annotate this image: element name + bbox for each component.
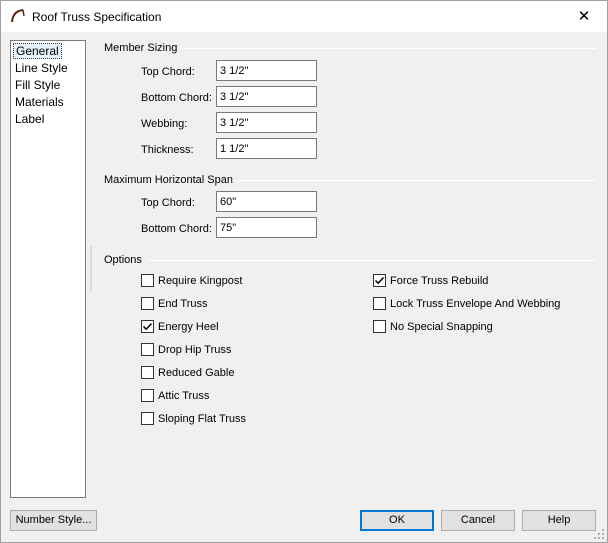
roof-truss-icon	[11, 9, 25, 23]
span-top-chord-label: Top Chord:	[141, 197, 195, 209]
resize-grip-icon[interactable]	[593, 528, 605, 540]
help-button[interactable]: Help	[522, 510, 596, 531]
checkbox-box[interactable]	[141, 274, 154, 287]
sloping-flat-truss-checkbox[interactable]: Sloping Flat Truss	[141, 412, 246, 425]
member-top-chord-input[interactable]	[216, 60, 317, 81]
no-special-snapping-label: No Special Snapping	[390, 320, 493, 333]
lock-truss-envelope-label: Lock Truss Envelope And Webbing	[390, 297, 561, 310]
checkbox-box[interactable]	[141, 297, 154, 310]
nav-item-materials[interactable]: Materials	[13, 94, 66, 110]
max-span-divider	[232, 180, 597, 181]
end-truss-label: End Truss	[158, 297, 208, 310]
title-bar[interactable]: Roof Truss Specification ✕	[1, 1, 607, 32]
force-truss-rebuild-label: Force Truss Rebuild	[390, 274, 489, 287]
number-style-button[interactable]: Number Style...	[10, 510, 97, 531]
close-button[interactable]: ✕	[561, 1, 607, 32]
splitter-handle[interactable]	[90, 246, 92, 292]
checkbox-box[interactable]	[141, 343, 154, 356]
reduced-gable-label: Reduced Gable	[158, 366, 235, 379]
close-icon: ✕	[577, 8, 591, 25]
cancel-button[interactable]: Cancel	[441, 510, 515, 531]
webbing-input[interactable]	[216, 112, 317, 133]
member-bottom-chord-label: Bottom Chord:	[141, 92, 212, 104]
attic-truss-label: Attic Truss	[158, 389, 210, 402]
checkmark-icon	[374, 276, 385, 285]
checkbox-box[interactable]	[373, 297, 386, 310]
nav-item-general[interactable]: General	[13, 43, 62, 59]
drop-hip-truss-label: Drop Hip Truss	[158, 343, 232, 356]
require-kingpost-label: Require Kingpost	[158, 274, 243, 287]
end-truss-checkbox[interactable]: End Truss	[141, 297, 208, 310]
thickness-label: Thickness:	[141, 144, 194, 156]
category-list[interactable]: General Line Style Fill Style Materials …	[10, 40, 86, 498]
checkbox-box[interactable]	[373, 320, 386, 333]
span-bottom-chord-label: Bottom Chord:	[141, 223, 212, 235]
lock-truss-envelope-checkbox[interactable]: Lock Truss Envelope And Webbing	[373, 297, 560, 310]
drop-hip-truss-checkbox[interactable]: Drop Hip Truss	[141, 343, 231, 356]
max-span-title: Maximum Horizontal Span	[104, 174, 233, 186]
force-truss-rebuild-checkbox[interactable]: Force Truss Rebuild	[373, 274, 488, 287]
checkbox-box[interactable]	[141, 389, 154, 402]
window-title: Roof Truss Specification	[32, 10, 162, 24]
checkbox-box[interactable]	[141, 412, 154, 425]
checkbox-box[interactable]	[373, 274, 386, 287]
span-bottom-chord-input[interactable]	[216, 217, 317, 238]
checkbox-box[interactable]	[141, 320, 154, 333]
nav-item-line-style[interactable]: Line Style	[13, 60, 70, 76]
thickness-input[interactable]	[216, 138, 317, 159]
options-divider	[148, 260, 597, 261]
require-kingpost-checkbox[interactable]: Require Kingpost	[141, 274, 242, 287]
no-special-snapping-checkbox[interactable]: No Special Snapping	[373, 320, 493, 333]
attic-truss-checkbox[interactable]: Attic Truss	[141, 389, 209, 402]
member-sizing-divider	[179, 48, 597, 49]
member-top-chord-label: Top Chord:	[141, 66, 195, 78]
nav-item-fill-style[interactable]: Fill Style	[13, 77, 62, 93]
ok-button[interactable]: OK	[360, 510, 434, 531]
energy-heel-label: Energy Heel	[158, 320, 219, 333]
checkbox-box[interactable]	[141, 366, 154, 379]
span-top-chord-input[interactable]	[216, 191, 317, 212]
member-bottom-chord-input[interactable]	[216, 86, 317, 107]
sloping-flat-truss-label: Sloping Flat Truss	[158, 412, 247, 425]
energy-heel-checkbox[interactable]: Energy Heel	[141, 320, 219, 333]
nav-item-label[interactable]: Label	[13, 111, 46, 127]
options-title: Options	[104, 254, 142, 266]
checkmark-icon	[142, 322, 153, 331]
member-sizing-title: Member Sizing	[104, 42, 178, 54]
webbing-label: Webbing:	[141, 118, 188, 130]
reduced-gable-checkbox[interactable]: Reduced Gable	[141, 366, 234, 379]
dialog-window: Roof Truss Specification ✕ General Line …	[0, 0, 608, 543]
